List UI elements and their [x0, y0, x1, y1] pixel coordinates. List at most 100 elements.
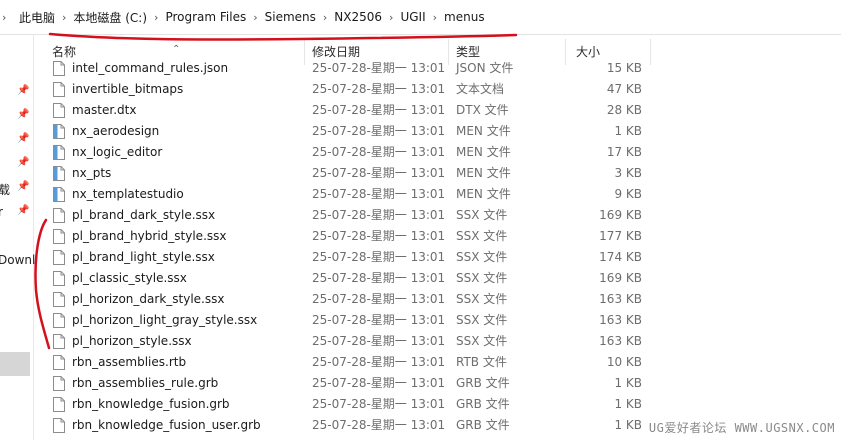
pin-icon[interactable]: 📌	[17, 205, 29, 216]
file-row[interactable]: pl_horizon_light_gray_style.ssx 25-07-28-…	[34, 310, 841, 331]
file-modified-date: 25-07-28-星期一 13:01	[312, 292, 446, 306]
file-type: SSX 文件	[456, 229, 508, 243]
file-icon	[53, 250, 65, 265]
file-size: 163 KB	[599, 313, 642, 327]
chevron-right-icon[interactable]: ›	[249, 11, 261, 24]
file-modified-date: 25-07-28-星期一 13:01	[312, 376, 446, 390]
breadcrumb-item-local-disk[interactable]: 本地磁盘 (C:)	[70, 9, 150, 26]
chevron-right-icon[interactable]: ›	[0, 11, 16, 24]
file-name: pl_horizon_dark_style.ssx	[72, 292, 225, 306]
file-type: SSX 文件	[456, 271, 508, 285]
file-row[interactable]: rbn_knowledge_fusion.grb 25-07-28-星期一 13:…	[34, 394, 841, 415]
file-size: 174 KB	[599, 250, 642, 264]
file-modified-date: 25-07-28-星期一 13:01	[312, 250, 446, 264]
file-row[interactable]: nx_aerodesign 25-07-28-星期一 13:01 MEN 文件 1 K…	[34, 121, 841, 142]
file-icon	[53, 355, 65, 370]
file-type: MEN 文件	[456, 166, 511, 180]
file-modified-date: 25-07-28-星期一 13:01	[312, 397, 446, 411]
file-row[interactable]: pl_brand_dark_style.ssx 25-07-28-星期一 13:0…	[34, 205, 841, 226]
file-size: 3 KB	[614, 166, 642, 180]
file-row[interactable]: pl_classic_style.ssx 25-07-28-星期一 13:01 SS…	[34, 268, 841, 289]
breadcrumb-item-this-pc[interactable]: 此电脑	[16, 9, 58, 26]
file-modified-date: 25-07-28-星期一 13:01	[312, 103, 446, 117]
file-type: SSX 文件	[456, 313, 508, 327]
file-modified-date: 25-07-28-星期一 13:01	[312, 82, 446, 96]
file-size: 9 KB	[614, 187, 642, 201]
men-icon	[53, 124, 65, 139]
file-modified-date: 25-07-28-星期一 13:01	[312, 187, 446, 201]
file-name: nx_pts	[72, 166, 112, 180]
breadcrumb-item-menus[interactable]: menus	[441, 10, 488, 24]
navigation-pane[interactable]: 📌 📌 📌 📌 载 📌 r 📌 Downl	[0, 35, 35, 440]
file-icon	[53, 418, 65, 433]
file-name: nx_logic_editor	[72, 145, 163, 159]
file-name: pl_brand_dark_style.ssx	[72, 208, 216, 222]
chevron-right-icon[interactable]: ›	[429, 11, 441, 24]
file-type: MEN 文件	[456, 145, 511, 159]
file-icon	[53, 103, 65, 118]
nav-selected-item[interactable]	[0, 352, 30, 376]
file-icon	[53, 271, 65, 286]
file-icon	[53, 292, 65, 307]
file-icon	[53, 82, 65, 97]
watermark: UG爱好者论坛 WWW.UGSNX.COM	[648, 421, 835, 435]
file-type: MEN 文件	[456, 187, 511, 201]
nav-item-label[interactable]: r	[0, 205, 3, 219]
address-bar[interactable]: › 此电脑 › 本地磁盘 (C:) › Program Files › Siem…	[0, 0, 841, 35]
file-size: 177 KB	[599, 229, 642, 243]
file-size: 1 KB	[614, 418, 642, 432]
chevron-right-icon[interactable]: ›	[385, 11, 397, 24]
file-row[interactable]: pl_brand_hybrid_style.ssx 25-07-28-星期一 13…	[34, 226, 841, 247]
file-size: 1 KB	[614, 376, 642, 390]
file-modified-date: 25-07-28-星期一 13:01	[312, 418, 446, 432]
breadcrumb-item-siemens[interactable]: Siemens	[262, 10, 319, 24]
file-modified-date: 25-07-28-星期一 13:01	[312, 271, 446, 285]
nav-item-label[interactable]: 载	[0, 181, 10, 198]
file-modified-date: 25-07-28-星期一 13:01	[312, 313, 446, 327]
pin-icon[interactable]: 📌	[17, 181, 29, 192]
pin-icon[interactable]: 📌	[17, 133, 29, 144]
file-modified-date: 25-07-28-星期一 13:01	[312, 355, 446, 369]
file-name: rbn_knowledge_fusion.grb	[72, 397, 230, 411]
file-type: JSON 文件	[456, 61, 514, 75]
chevron-right-icon[interactable]: ›	[319, 11, 331, 24]
file-row[interactable]: invertible_bitmaps 25-07-28-星期一 13:01 文本文档…	[34, 79, 841, 100]
file-row[interactable]: pl_horizon_style.ssx 25-07-28-星期一 13:01 SS…	[34, 331, 841, 352]
file-size: 169 KB	[599, 208, 642, 222]
breadcrumb-item-ugii[interactable]: UGII	[397, 10, 428, 24]
file-row[interactable]: intel_command_rules.json 25-07-28-星期一 13:…	[34, 58, 841, 79]
chevron-right-icon[interactable]: ›	[150, 11, 162, 24]
file-size: 1 KB	[614, 124, 642, 138]
file-row[interactable]: rbn_assemblies_rule.grb 25-07-28-星期一 13:0…	[34, 373, 841, 394]
pin-icon[interactable]: 📌	[17, 109, 29, 120]
file-modified-date: 25-07-28-星期一 13:01	[312, 61, 446, 75]
file-modified-date: 25-07-28-星期一 13:01	[312, 124, 446, 138]
chevron-right-icon[interactable]: ›	[58, 11, 70, 24]
breadcrumb-item-program-files[interactable]: Program Files	[162, 10, 249, 24]
file-name: pl_horizon_light_gray_style.ssx	[72, 313, 258, 327]
file-size: 17 KB	[606, 145, 642, 159]
file-row[interactable]: pl_horizon_dark_style.ssx 25-07-28-星期一 13…	[34, 289, 841, 310]
file-name: rbn_assemblies.rtb	[72, 355, 187, 369]
file-row[interactable]: nx_templatestudio 25-07-28-星期一 13:01 MEN 文…	[34, 184, 841, 205]
file-name: pl_classic_style.ssx	[72, 271, 187, 285]
file-name: intel_command_rules.json	[72, 61, 229, 75]
pin-icon[interactable]: 📌	[17, 157, 29, 168]
nav-item-label[interactable]: Downl	[0, 253, 35, 267]
file-name: master.dtx	[72, 103, 137, 117]
breadcrumb: › 此电脑 › 本地磁盘 (C:) › Program Files › Siem…	[0, 0, 488, 34]
file-size: 1 KB	[614, 397, 642, 411]
file-icon	[53, 208, 65, 223]
file-row[interactable]: rbn_assemblies.rtb 25-07-28-星期一 13:01 RTB …	[34, 352, 841, 373]
pin-icon[interactable]: 📌	[17, 85, 29, 96]
file-icon	[53, 229, 65, 244]
file-row[interactable]: nx_logic_editor 25-07-28-星期一 13:01 MEN 文件 1…	[34, 142, 841, 163]
file-row[interactable]: pl_brand_light_style.ssx 25-07-28-星期一 13:…	[34, 247, 841, 268]
file-icon	[53, 61, 65, 76]
file-name: nx_templatestudio	[72, 187, 184, 201]
file-size: 169 KB	[599, 271, 642, 285]
breadcrumb-item-nx2506[interactable]: NX2506	[331, 10, 385, 24]
file-type: SSX 文件	[456, 334, 508, 348]
file-row[interactable]: master.dtx 25-07-28-星期一 13:01 DTX 文件 28 KB	[34, 100, 841, 121]
file-row[interactable]: nx_pts 25-07-28-星期一 13:01 MEN 文件 3 KB	[34, 163, 841, 184]
